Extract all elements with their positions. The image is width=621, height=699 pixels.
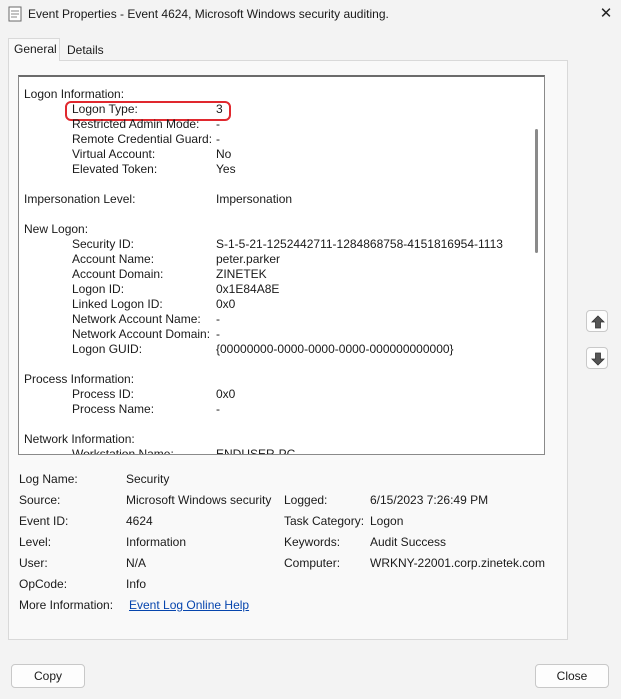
description-label: Process Information: <box>24 372 135 386</box>
description-value: ENDUSER-PC <box>216 447 296 455</box>
event-viewer-icon <box>8 6 22 22</box>
description-label: Network Account Domain: <box>72 327 211 341</box>
description-label: Impersonation Level: <box>24 192 136 206</box>
close-window-icon[interactable]: ✕ <box>594 3 618 25</box>
source-value: Microsoft Windows security <box>126 493 272 507</box>
keywords-value: Audit Success <box>370 535 447 549</box>
copy-button[interactable]: Copy <box>11 664 85 688</box>
description-label: Elevated Token: <box>72 162 158 176</box>
opcode-label: OpCode: <box>19 577 68 591</box>
event-id-label: Event ID: <box>19 514 69 528</box>
description-label: Linked Logon ID: <box>72 297 163 311</box>
log-name-label: Log Name: <box>19 472 78 486</box>
description-value: Impersonation <box>216 192 293 206</box>
logged-value: 6/15/2023 7:26:49 PM <box>370 493 489 507</box>
event-description[interactable]: Logon Information: Logon Type: 3 Restricted… <box>18 75 545 455</box>
description-value: {00000000-0000-0000-0000-000000000000} <box>216 342 454 356</box>
source-label: Source: <box>19 493 61 507</box>
description-value: - <box>216 402 220 416</box>
description-value: peter.parker <box>216 252 281 266</box>
description-value: 0x0 <box>216 297 236 311</box>
title-bar: Event Properties - Event 4624, Microsoft… <box>0 0 621 30</box>
computer-label: Computer: <box>284 556 341 570</box>
description-label: Account Domain: <box>72 267 164 281</box>
description-value: 0x1E84A8E <box>216 282 280 296</box>
description-label: New Logon: <box>24 222 89 236</box>
description-label: Network Information: <box>24 432 135 446</box>
user-value: N/A <box>126 556 147 570</box>
description-value: Yes <box>216 162 236 176</box>
description-value: - <box>216 132 220 146</box>
computer-value: WRKNY-22001.corp.zinetek.com <box>370 556 545 570</box>
description-value: - <box>216 117 220 131</box>
description-value: - <box>216 327 220 341</box>
next-event-button[interactable] <box>586 347 608 369</box>
description-label: Logon Type: <box>72 102 138 116</box>
task-category-value: Logon <box>370 514 404 528</box>
event-log-online-help-link[interactable]: Event Log Online Help <box>129 598 249 612</box>
event-id-value: 4624 <box>126 514 153 528</box>
log-name-value: Security <box>126 472 170 486</box>
description-scrollbar[interactable] <box>535 129 538 253</box>
keywords-label: Keywords: <box>284 535 341 549</box>
description-label: Security ID: <box>72 237 135 251</box>
user-label: User: <box>19 556 48 570</box>
description-label: Logon GUID: <box>72 342 143 356</box>
arrow-down-icon <box>591 352 605 366</box>
tab-details[interactable]: Details <box>62 40 110 60</box>
description-value: 3 <box>216 102 223 116</box>
window-title: Event Properties - Event 4624, Microsoft… <box>28 7 389 21</box>
level-value: Information <box>126 535 187 549</box>
arrow-up-icon <box>591 315 605 329</box>
description-label: Remote Credential Guard: <box>72 132 213 146</box>
description-label: Workstation Name: <box>72 447 174 455</box>
description-label: Virtual Account: <box>72 147 156 161</box>
description-label: Logon ID: <box>72 282 125 296</box>
task-category-label: Task Category: <box>284 514 365 528</box>
description-label: Process ID: <box>72 387 135 401</box>
description-value: - <box>216 312 220 326</box>
description-label: Restricted Admin Mode: <box>72 117 200 131</box>
description-value: No <box>216 147 232 161</box>
description-label: Logon Information: <box>24 87 125 101</box>
level-label: Level: <box>19 535 52 549</box>
description-label: Process Name: <box>72 402 155 416</box>
logged-label: Logged: <box>284 493 328 507</box>
description-label: Network Account Name: <box>72 312 201 326</box>
description-value: 0x0 <box>216 387 236 401</box>
description-value: ZINETEK <box>216 267 267 281</box>
tab-general[interactable]: General <box>8 38 60 61</box>
description-value: S-1-5-21-1252442711-1284868758-415181695… <box>216 237 503 251</box>
opcode-value: Info <box>126 577 147 591</box>
more-information-label: More Information: <box>19 598 114 612</box>
close-button[interactable]: Close <box>535 664 609 688</box>
description-label: Account Name: <box>72 252 155 266</box>
previous-event-button[interactable] <box>586 310 608 332</box>
